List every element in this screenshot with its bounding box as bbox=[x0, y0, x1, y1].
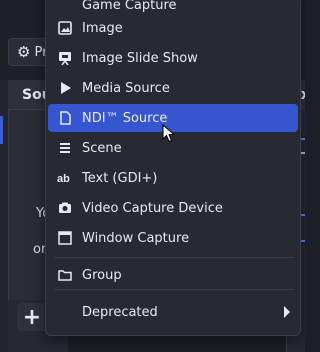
gear-icon: ⚙ bbox=[17, 42, 31, 61]
text-icon: ab bbox=[48, 171, 76, 185]
menu-separator bbox=[54, 257, 294, 258]
menu-item-label: Deprecated bbox=[82, 304, 158, 320]
menu-item-label: Image bbox=[82, 20, 123, 36]
menu-item-label: Image Slide Show bbox=[82, 50, 198, 66]
play-icon bbox=[48, 81, 76, 95]
mouse-cursor-icon bbox=[162, 124, 176, 143]
menu-item-label: NDI™ Source bbox=[82, 110, 168, 126]
file-icon bbox=[48, 111, 76, 125]
menu-item-image[interactable]: Image bbox=[48, 14, 298, 42]
menu-item-label: Game Capture bbox=[82, 0, 177, 13]
menu-item-label: Video Capture Device bbox=[82, 200, 223, 216]
menu-item-label: Scene bbox=[82, 140, 122, 156]
add-source-button[interactable]: + bbox=[17, 303, 47, 331]
image-icon bbox=[48, 21, 76, 35]
folder-icon bbox=[48, 268, 76, 282]
menu-item-label: Group bbox=[82, 267, 122, 283]
svg-text:ab: ab bbox=[57, 173, 70, 185]
menu-item-window-capture[interactable]: Window Capture bbox=[48, 224, 298, 252]
window-icon bbox=[48, 231, 76, 245]
menu-item-deprecated[interactable]: Deprecated bbox=[48, 298, 298, 326]
menu-item-label: Text (GDI+) bbox=[82, 170, 158, 186]
list-icon bbox=[48, 141, 76, 155]
menu-item-label: Window Capture bbox=[82, 230, 190, 246]
submenu-arrow-icon bbox=[284, 306, 290, 318]
camera-icon bbox=[48, 201, 76, 215]
menu-item-image-slide-show[interactable]: Image Slide Show bbox=[48, 44, 298, 72]
menu-item-group[interactable]: Group bbox=[48, 261, 298, 289]
add-source-context-menu: Game Capture Image Image Slide Show Medi… bbox=[45, 0, 301, 336]
obs-window: ⚙ Pr Sou Yo or + ix Game Capture Image I… bbox=[0, 0, 305, 352]
menu-item-media-source[interactable]: Media Source bbox=[48, 74, 298, 102]
menu-item-text-gdi[interactable]: ab Text (GDI+) bbox=[48, 164, 298, 192]
menu-separator bbox=[54, 289, 294, 290]
selected-scene-indicator bbox=[0, 116, 3, 144]
slideshow-icon bbox=[48, 51, 76, 65]
menu-item-video-capture-device[interactable]: Video Capture Device bbox=[48, 194, 298, 222]
menu-item-label: Media Source bbox=[82, 80, 170, 96]
